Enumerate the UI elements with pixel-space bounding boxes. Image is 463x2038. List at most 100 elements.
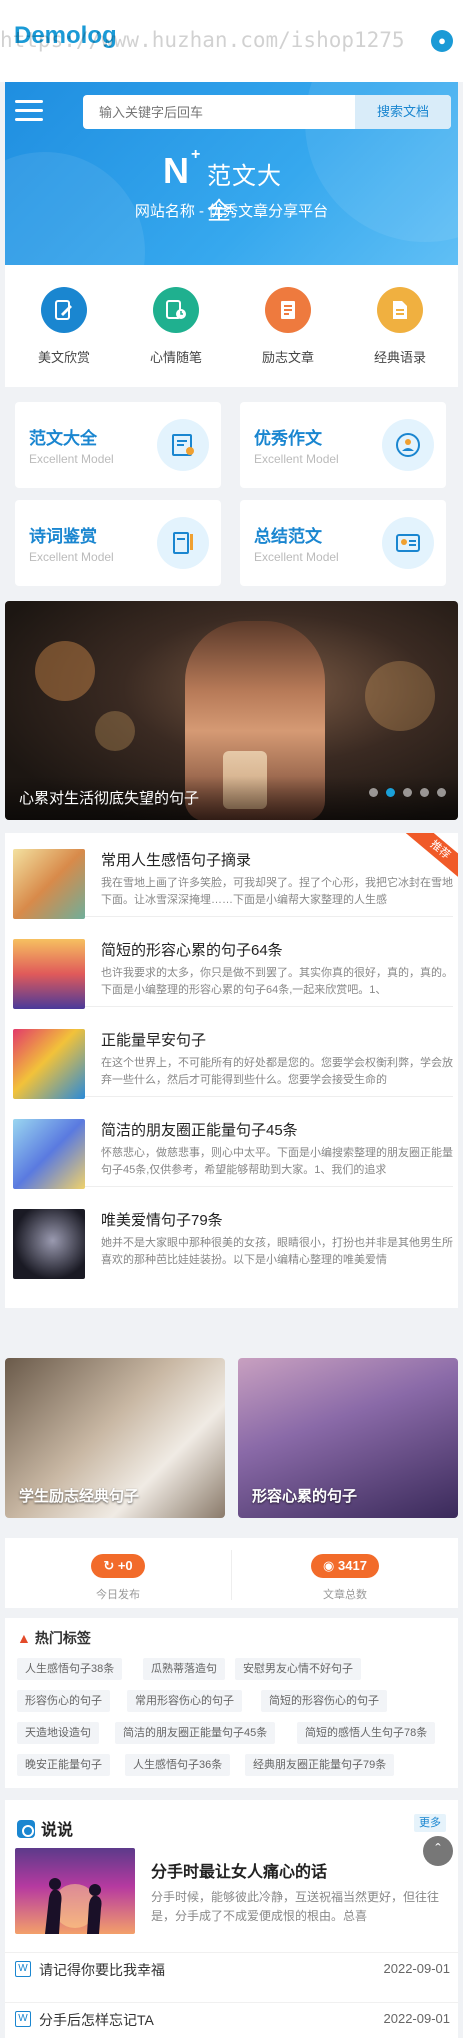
article-title[interactable]: 简短的形容心累的句子64条 [101, 939, 283, 960]
tag-item[interactable]: 晚安正能量句子 [17, 1754, 110, 1776]
category-item[interactable]: 心情随笔 [131, 287, 221, 366]
refresh-icon: ↻ +0 [91, 1554, 145, 1578]
banner-decoration [365, 661, 435, 731]
slider-dot[interactable] [420, 788, 429, 797]
fire-icon: ▲ [17, 1630, 31, 1646]
category-label: 励志文章 [261, 350, 314, 365]
notebook-clock-icon [153, 287, 199, 333]
stat-label: 今日发布 [96, 1589, 140, 1601]
category-item[interactable]: 励志文章 [243, 287, 333, 366]
article-title[interactable]: 正能量早安句子 [101, 1029, 206, 1050]
search-button[interactable]: 搜索文档 [355, 95, 451, 129]
top-bar: Demolog https://www.huzhan.com/ishop1275… [0, 0, 463, 82]
article-title[interactable]: 唯美爱情句子79条 [101, 1209, 223, 1230]
feature-thumbnail[interactable] [15, 1848, 135, 1934]
certificate-icon [157, 419, 209, 471]
banner-title[interactable]: 心累对生活彻底失望的句子 [19, 787, 199, 808]
tag-item[interactable]: 简短的形容伤心的句子 [261, 1690, 387, 1712]
list-item[interactable]: 简短的形容心累的句子64条 也许我要求的太多，你只是做不到罢了。其实你真的很好，… [13, 929, 453, 1009]
card-subtitle: Excellent Model [29, 550, 114, 564]
article-desc: 在这个世界上，不可能所有的好处都是您的。您要学会权衡利弊，学会放弃一些什么，然后… [101, 1057, 453, 1086]
slider-dot[interactable] [403, 788, 412, 797]
tag-item[interactable]: 经典朋友圈正能量句子79条 [245, 1754, 395, 1776]
photo-card[interactable]: 形容心累的句子 [238, 1358, 458, 1518]
slider-dots [361, 784, 446, 802]
chat-icon [17, 1820, 35, 1838]
category-item[interactable]: 美文欣赏 [19, 287, 109, 366]
menu-icon[interactable] [15, 100, 43, 122]
tag-item[interactable]: 形容伤心的句子 [17, 1690, 110, 1712]
article-desc: 怀慈悲心，做慈悲事，则心中太平。下面是小编搜索整理的朋友圈正能量句子45条,仅供… [101, 1147, 453, 1176]
list-item[interactable]: W 请记得你要比我幸福 2022-09-01 [5, 1952, 458, 1986]
article-title[interactable]: 常用人生感悟句子摘录 [101, 849, 251, 870]
stat-value: +0 [117, 1558, 133, 1573]
card-fanwen[interactable]: 范文大全 Excellent Model [15, 402, 221, 488]
card-title: 总结范文 [254, 527, 322, 546]
card-title: 范文大全 [29, 429, 97, 448]
article-desc: 我在雪地上画了许多笑脸，可我却哭了。捏了个心形，我把它冰封在雪地下面。让冰雪深深… [101, 877, 453, 906]
list-item[interactable]: W 分手后怎样忘记TA 2022-09-01 [5, 2002, 458, 2036]
user-icon[interactable]: ● [431, 30, 453, 52]
back-to-top-icon[interactable]: ˆ [423, 1836, 453, 1866]
news-title[interactable]: 请记得你要比我幸福 [39, 1960, 165, 1980]
feature-title[interactable]: 分手时最让女人痛心的话 [151, 1858, 327, 1882]
article-title[interactable]: 简洁的朋友圈正能量句子45条 [101, 1119, 298, 1140]
tag-item[interactable]: 天造地设造句 [17, 1722, 99, 1744]
tag-item[interactable]: 人生感悟句子38条 [17, 1658, 123, 1680]
slider-dot[interactable] [437, 788, 446, 797]
photo-caption: 学生励志经典句子 [19, 1488, 140, 1505]
tag-item[interactable]: 常用形容伤心的句子 [127, 1690, 242, 1712]
site-stats: ↻ +0 今日发布 ◉ 3417 文章总数 [5, 1538, 458, 1608]
photo-card[interactable]: 学生励志经典句子 [5, 1358, 225, 1518]
article-list: 推荐 常用人生感悟句子摘录 我在雪地上画了许多笑脸，可我却哭了。捏了个心形，我把… [5, 833, 458, 1308]
logo-plus-icon: + [191, 146, 201, 163]
search-box: 搜索文档 [83, 95, 451, 129]
tags-heading: ▲ 热门标签 [17, 1628, 91, 1648]
tag-item[interactable]: 简洁的朋友圈正能量句子45条 [115, 1722, 276, 1744]
category-label: 心情随笔 [149, 350, 202, 365]
card-subtitle: Excellent Model [254, 452, 339, 466]
tags-heading-text: 热门标签 [34, 1630, 91, 1646]
search-input[interactable] [83, 95, 353, 129]
record-icon: ◉ 3417 [311, 1554, 379, 1578]
pen-icon [41, 287, 87, 333]
category-label: 美文欣赏 [37, 350, 90, 365]
section-heading: 说说 [17, 1816, 73, 1840]
article-desc: 她并不是大家眼中那种很美的女孩，眼睛很小，打扮也并非是其他男生所喜欢的那种芭比娃… [101, 1237, 453, 1266]
stat-today: ↻ +0 今日发布 [5, 1554, 231, 1602]
award-person-icon [382, 419, 434, 471]
tag-item[interactable]: 瓜熟蒂落造句 [143, 1658, 225, 1680]
category-item[interactable]: 经典语录 [355, 287, 445, 366]
logo-letter: N [163, 150, 189, 191]
article-desc: 也许我要求的太多，你只是做不到罢了。其实你真的很好，真的，真的。下面是小编整理的… [101, 967, 453, 996]
tag-item[interactable]: 安慰男友心情不好句子 [235, 1658, 361, 1680]
news-title[interactable]: 分手后怎样忘记TA [39, 2010, 154, 2030]
id-card-icon [382, 517, 434, 569]
book-pen-icon [157, 517, 209, 569]
card-title: 优秀作文 [254, 429, 322, 448]
site-logo[interactable]: N + 范文大全 [163, 146, 303, 225]
hero-slider[interactable]: 心累对生活彻底失望的句子 [5, 601, 458, 820]
card-youxiu[interactable]: 优秀作文 Excellent Model [240, 402, 446, 488]
slider-dot[interactable] [369, 788, 378, 797]
more-button[interactable]: 更多 [414, 1814, 446, 1832]
list-item[interactable]: 正能量早安句子 在这个世界上，不可能所有的好处都是您的。您要学会权衡利弊，学会放… [13, 1019, 453, 1099]
card-title: 诗词鉴赏 [29, 527, 97, 546]
list-item[interactable]: 唯美爱情句子79条 她并不是大家眼中那种很美的女孩，眼睛很小，打扮也并非是其他男… [13, 1199, 453, 1279]
tag-item[interactable]: 人生感悟句子36条 [125, 1754, 231, 1776]
article-thumbnail [13, 849, 85, 919]
tag-item[interactable]: 简短的感悟人生句子78条 [297, 1722, 436, 1744]
list-item[interactable]: 常用人生感悟句子摘录 我在雪地上画了许多笑脸，可我却哭了。捏了个心形，我把它冰封… [13, 839, 453, 919]
news-date: 2022-09-01 [383, 2011, 451, 2026]
category-nav: 美文欣赏 心情随笔 励志文章 经典语录 [5, 265, 458, 387]
word-doc-icon: W [15, 1961, 31, 1977]
category-label: 经典语录 [373, 350, 426, 365]
card-shici[interactable]: 诗词鉴赏 Excellent Model [15, 500, 221, 586]
card-zongjie[interactable]: 总结范文 Excellent Model [240, 500, 446, 586]
list-item[interactable]: 简洁的朋友圈正能量句子45条 怀慈悲心，做慈悲事，则心中太平。下面是小编搜索整理… [13, 1109, 453, 1189]
card-subtitle: Excellent Model [254, 550, 339, 564]
banner-decoration [35, 641, 95, 701]
banner-decoration [95, 711, 135, 751]
article-thumbnail [13, 939, 85, 1009]
slider-dot-active[interactable] [386, 788, 395, 797]
